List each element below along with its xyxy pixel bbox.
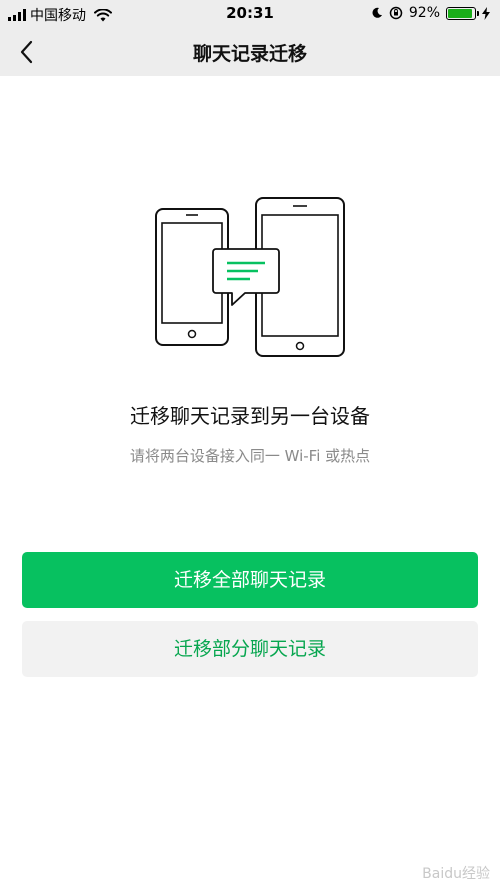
migration-hint: 请将两台设备接入同一 Wi-Fi 或热点 (129, 447, 371, 465)
watermark: Baidu经验 (422, 866, 490, 882)
nav-bar: 聊天记录迁移 (0, 28, 500, 76)
status-right: 92% (371, 5, 490, 21)
device-transfer-illustration (155, 197, 345, 357)
migrate-partial-button[interactable]: 迁移部分聊天记录 (22, 621, 478, 677)
charging-icon (482, 6, 490, 20)
battery-percent: 92% (408, 5, 440, 21)
status-bar: 中国移动 20:31 92% (0, 0, 500, 28)
battery-fill (448, 8, 472, 18)
moon-icon (372, 7, 382, 18)
migration-heading: 迁移聊天记录到另一台设备 (130, 404, 370, 428)
orientation-lock-icon (389, 6, 403, 20)
battery-icon (446, 6, 479, 20)
migrate-all-button[interactable]: 迁移全部聊天记录 (22, 552, 478, 608)
page-title: 聊天记录迁移 (192, 43, 307, 65)
